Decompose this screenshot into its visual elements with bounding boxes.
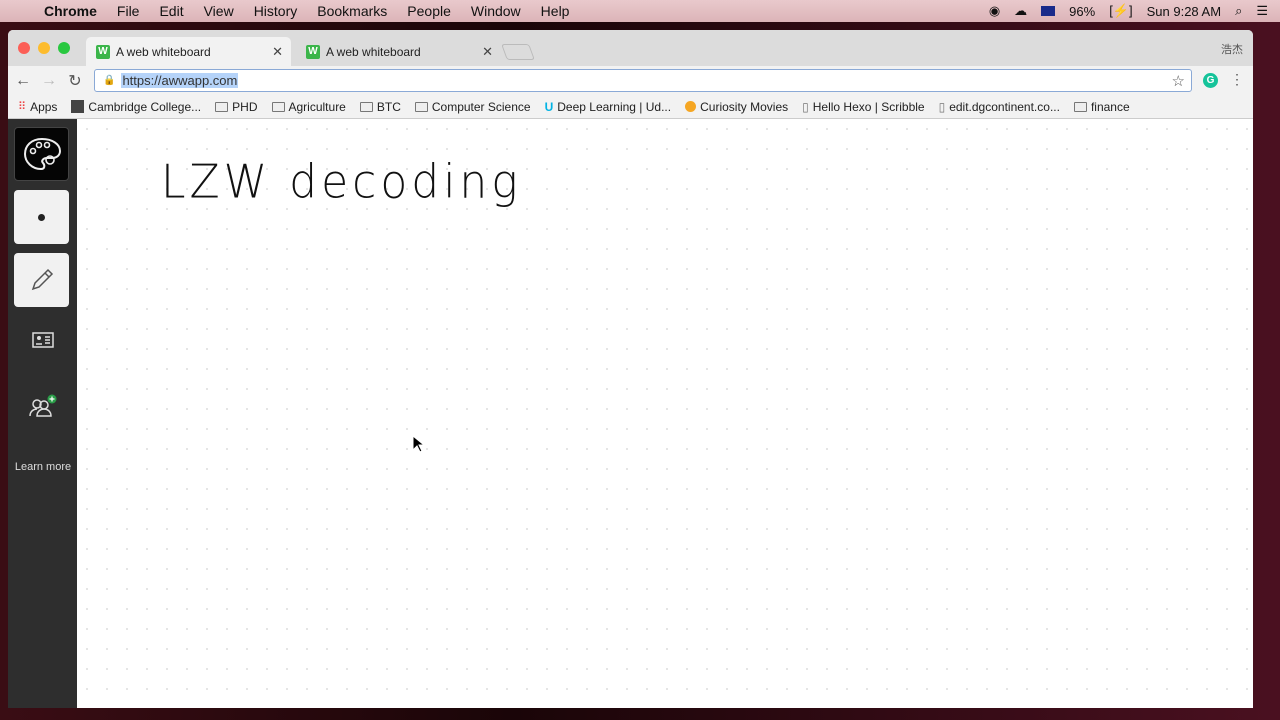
bookmark-label: Agriculture: [288, 99, 346, 114]
menu-people[interactable]: People: [407, 3, 451, 19]
apps-grid-icon: ⠿: [18, 101, 27, 113]
menu-view[interactable]: View: [204, 3, 234, 19]
folder-icon: [359, 101, 373, 112]
menu-bookmarks[interactable]: Bookmarks: [317, 3, 387, 19]
forward-icon[interactable]: →: [36, 72, 62, 90]
tab-title: A web whiteboard: [326, 44, 421, 59]
bookmark-curiosity-movies[interactable]: Curiosity Movies: [685, 100, 788, 114]
mouse-cursor-icon: [412, 435, 424, 453]
menu-window[interactable]: Window: [471, 3, 521, 19]
bookmark-label: Hello Hexo | Scribble: [812, 99, 925, 114]
battery-icon[interactable]: [⚡]: [1109, 3, 1132, 19]
folder-icon: [271, 101, 285, 112]
pencil-icon: [31, 268, 53, 291]
tab-strip: W A web whiteboard ✕ W A web whiteboard …: [8, 30, 1253, 66]
bookmark-star-icon[interactable]: ☆: [1172, 72, 1185, 90]
bookmark-label: BTC: [376, 99, 401, 114]
url-text[interactable]: https://awwapp.com: [121, 73, 239, 88]
close-tab-icon[interactable]: ✕: [272, 44, 283, 60]
browser-window: W A web whiteboard ✕ W A web whiteboard …: [8, 30, 1253, 708]
whiteboard-toolbar: Learn more: [8, 119, 77, 708]
site-icon: [71, 100, 85, 113]
menu-app-name[interactable]: Chrome: [44, 3, 97, 19]
zoom-window-button[interactable]: [58, 42, 70, 54]
awwapp-favicon: W: [96, 44, 110, 59]
minimize-window-button[interactable]: [38, 42, 50, 54]
bookmark-finance[interactable]: finance: [1073, 99, 1130, 114]
tab-1[interactable]: W A web whiteboard ✕: [86, 37, 291, 66]
bookmark-computer-science[interactable]: Computer Science: [414, 99, 531, 114]
bookmark-label: Deep Learning | Ud...: [557, 99, 672, 114]
macos-menu-bar: Chrome File Edit View History Bookmarks …: [0, 0, 1280, 22]
bookmarks-bar: ⠿ Apps Cambridge College... PHD Agricultu…: [8, 95, 1253, 119]
bookmark-dgcontinent[interactable]: ▯ edit.dgcontinent.co...: [939, 100, 1060, 114]
reload-icon[interactable]: ↻: [62, 71, 88, 91]
menu-history[interactable]: History: [254, 3, 298, 19]
address-bar[interactable]: 🔒 https://awwapp.com ☆: [94, 69, 1192, 92]
creative-cloud-icon[interactable]: ☁: [1014, 3, 1027, 19]
browser-toolbar: ← → ↻ 🔒 https://awwapp.com ☆ G ⋮: [8, 66, 1253, 95]
spotlight-icon[interactable]: ⌕: [1235, 3, 1242, 19]
pencil-tool-button[interactable]: [14, 253, 69, 307]
folder-icon: [215, 101, 229, 112]
bookmark-cambridge[interactable]: Cambridge College...: [71, 100, 201, 114]
handwritten-text: LZW decoding: [161, 155, 522, 210]
bookmark-deep-learning[interactable]: U Deep Learning | Ud...: [545, 100, 672, 114]
bookmark-btc[interactable]: BTC: [359, 99, 401, 114]
bookmark-label: Cambridge College...: [88, 99, 202, 114]
chrome-menu-icon[interactable]: ⋮: [1230, 71, 1244, 88]
bookmark-label: PHD: [232, 99, 258, 114]
battery-percent[interactable]: 96%: [1069, 4, 1095, 19]
tab-2[interactable]: W A web whiteboard ✕: [296, 37, 501, 66]
flag-icon[interactable]: [1041, 6, 1056, 16]
record-icon[interactable]: ◉: [989, 3, 1000, 19]
window-controls: [18, 42, 70, 54]
bookmark-label: edit.dgcontinent.co...: [949, 99, 1060, 114]
brush-size-button[interactable]: [14, 190, 69, 244]
profile-name[interactable]: 浩杰: [1221, 41, 1243, 57]
udacity-icon: U: [544, 99, 554, 114]
folder-icon: [1073, 101, 1087, 112]
bookmark-agriculture[interactable]: Agriculture: [271, 99, 346, 114]
board-info-icon[interactable]: [8, 332, 77, 353]
bookmark-label: Apps: [30, 99, 58, 114]
curiosity-icon: [685, 101, 697, 112]
whiteboard-canvas[interactable]: LZW decoding: [77, 119, 1253, 708]
back-icon[interactable]: ←: [10, 72, 36, 90]
bookmark-phd[interactable]: PHD: [215, 99, 258, 114]
bookmark-label: finance: [1090, 99, 1130, 114]
notification-center-icon[interactable]: ☰: [1256, 3, 1268, 19]
awwapp-favicon: W: [306, 44, 320, 59]
invite-users-icon[interactable]: [8, 394, 77, 423]
bookmark-hello-hexo[interactable]: ▯ Hello Hexo | Scribble: [802, 100, 924, 114]
bookmark-label: Computer Science: [431, 99, 531, 114]
close-window-button[interactable]: [18, 42, 30, 54]
learn-more-link[interactable]: Learn more: [13, 462, 73, 473]
bookmark-apps[interactable]: ⠿ Apps: [18, 100, 57, 114]
close-tab-icon[interactable]: ✕: [482, 44, 493, 60]
menu-file[interactable]: File: [117, 3, 140, 19]
grammarly-extension-icon[interactable]: G: [1203, 73, 1218, 88]
page-content: Learn more LZW decoding: [8, 119, 1253, 708]
palette-icon: [23, 137, 61, 171]
color-palette-button[interactable]: [14, 127, 69, 181]
lock-icon: 🔒: [103, 75, 116, 86]
menu-help[interactable]: Help: [541, 3, 570, 19]
page-icon: ▯: [938, 99, 946, 114]
tab-title: A web whiteboard: [116, 44, 211, 59]
clock[interactable]: Sun 9:28 AM: [1147, 4, 1221, 19]
menu-edit[interactable]: Edit: [159, 3, 183, 19]
page-icon: ▯: [802, 99, 809, 114]
bookmark-label: Curiosity Movies: [700, 99, 789, 114]
dot-icon: [38, 213, 45, 221]
folder-icon: [414, 101, 428, 112]
new-tab-button[interactable]: [501, 44, 535, 60]
